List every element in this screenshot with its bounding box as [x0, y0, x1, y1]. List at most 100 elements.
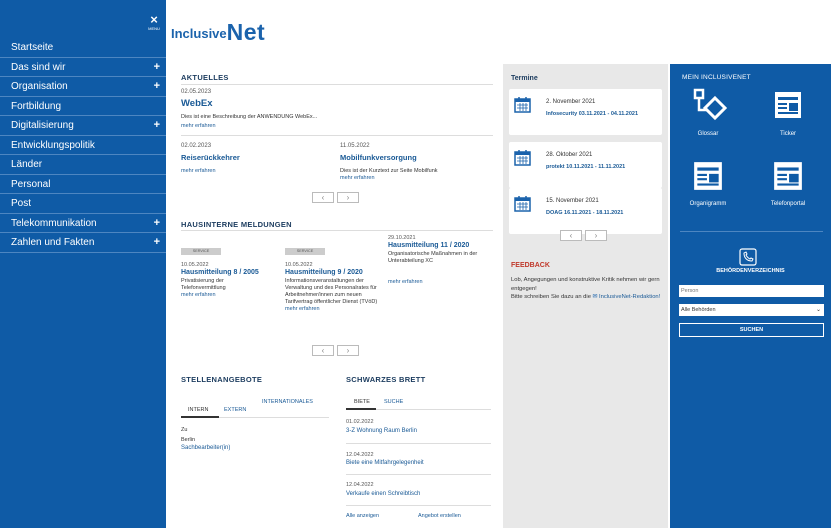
nav-item-digitalisierung[interactable]: Digitalisierung + — [0, 116, 166, 136]
termin-card[interactable]: 2. November 2021 Infosecurity 03.11.2021… — [509, 89, 662, 135]
ticker-label: Ticker — [779, 131, 797, 137]
expand-icon[interactable]: + — [154, 116, 160, 135]
nav-item-entwicklungspolitik[interactable]: Entwicklungspolitik — [0, 136, 166, 155]
nav-item-fortbildung[interactable]: Fortbildung — [0, 97, 166, 116]
mein-inclusivenet-panel: MEIN INCLUSIVENET Glossar Ticker Organig… — [670, 64, 831, 528]
feedback-text: Lob, Angegungen und konstruktive Kritik … — [511, 276, 661, 302]
nav-item-organisation[interactable]: Organisation + — [0, 77, 166, 97]
nav-label: Startseite — [11, 42, 54, 53]
angebot-erstellen-link[interactable]: Angebot erstellen — [418, 513, 461, 520]
nav-item-das-sind-wir[interactable]: Das sind wir + — [0, 58, 166, 77]
termin-date: 28. Oktober 2021 — [546, 152, 593, 158]
tab-suche[interactable]: SUCHE — [384, 399, 403, 406]
meldung-title[interactable]: Hausmitteilung 9 / 2020 — [285, 269, 385, 276]
telefonportal-label: Telefonportal — [770, 201, 806, 207]
aktuelles-heading: AKTUELLES — [181, 73, 229, 82]
meldung-more-link[interactable]: mehr erfahren — [181, 292, 281, 298]
prev-button[interactable]: ‹ — [312, 345, 334, 356]
news-title[interactable]: Mobilfunkversorgung — [340, 153, 417, 162]
meldung-text: Informationsveranstaltungen der Verwaltu… — [285, 278, 378, 305]
nav-item-laender[interactable]: Länder — [0, 155, 166, 175]
ticker-icon — [775, 92, 801, 118]
next-button[interactable]: › — [585, 230, 607, 241]
news-more-link[interactable]: mehr erfahren — [340, 175, 375, 181]
main-content: AKTUELLES 02.05.2023 WebEx Dies ist eine… — [174, 64, 496, 528]
mein-heading: MEIN INCLUSIVENET — [682, 74, 751, 81]
brett-date: 12.04.2022 — [346, 452, 374, 458]
news-date: 11.05.2022 — [340, 143, 370, 149]
termin-name: protekt 10.11.2021 - 11.11.2021 — [546, 164, 626, 170]
feedback-redaktion-link[interactable]: InclusiveNet-Redaktion! — [599, 294, 660, 300]
logo-net: Net — [226, 19, 266, 45]
calendar-icon — [514, 97, 531, 113]
alle-anzeigen-link[interactable]: Alle anzeigen — [346, 513, 379, 520]
brett-title[interactable]: 3-Z Wohnung Raum Berlin — [346, 428, 417, 434]
feedback-text2: Bitte schreiben Sie dazu an die — [511, 294, 591, 300]
meldung-more-link[interactable]: mehr erfahren — [285, 306, 385, 312]
meldung-title[interactable]: Hausmitteilung 8 / 2005 — [181, 269, 281, 276]
tab-internationales[interactable]: INTERNATIONALES — [262, 399, 313, 406]
behoerde-select-value: Alle Behörden — [681, 307, 716, 313]
nav-item-telekommunikation[interactable]: Telekommunikation + — [0, 214, 166, 233]
menu-label: MENU — [148, 26, 160, 31]
nav-item-personal[interactable]: Personal — [0, 175, 166, 194]
tab-extern[interactable]: EXTERN — [224, 407, 246, 414]
meldung-text: Privatisierung der Telefonvermittlung — [181, 278, 226, 291]
person-input[interactable] — [679, 285, 824, 297]
meldungen-pager: ‹ › — [312, 345, 362, 356]
expand-icon[interactable]: + — [154, 77, 160, 96]
termin-card[interactable]: 28. Oktober 2021 protekt 10.11.2021 - 11… — [509, 142, 662, 188]
logo-inclusive: Inclusive — [171, 26, 227, 41]
expand-icon[interactable]: + — [154, 233, 160, 252]
behoerden-heading: BEHÖRDENVERZEICHNIS — [716, 268, 785, 274]
inclusivenet-logo[interactable]: InclusiveNet — [171, 17, 265, 45]
glossar-tile[interactable]: Glossar — [678, 88, 738, 137]
nav-item-zahlen-und-fakten[interactable]: Zahlen und Fakten + — [0, 233, 166, 253]
stelle-title[interactable]: Sachbearbeiter(in) — [181, 445, 230, 452]
nav-label: Fortbildung — [11, 100, 62, 112]
meldung-title[interactable]: Hausmitteilung 11 / 2020 — [388, 242, 492, 249]
telefonportal-icon — [774, 162, 802, 190]
nav-item-startseite[interactable]: Startseite — [0, 38, 166, 58]
meldung-item: SERVICE 10.05.2022 Hausmitteilung 9 / 20… — [285, 239, 385, 312]
search-button[interactable]: SUCHEN — [679, 323, 824, 337]
news-more-link[interactable]: mehr erfahren — [181, 168, 216, 174]
next-button[interactable]: › — [337, 345, 359, 356]
menu-close-button[interactable]: × MENU — [146, 13, 162, 34]
nav-label: Das sind wir — [11, 61, 66, 73]
meldung-item: SERVICE 10.05.2022 Hausmitteilung 8 / 20… — [181, 239, 281, 298]
nav-label: Entwicklungspolitik — [11, 139, 95, 151]
brett-title[interactable]: Biete eine Mitfahrgelegenheit — [346, 460, 424, 466]
next-button[interactable]: › — [337, 192, 359, 203]
brett-heading: SCHWARZES BRETT — [346, 375, 426, 384]
expand-icon[interactable]: + — [154, 214, 160, 233]
nav-label: Digitalisierung — [11, 120, 74, 131]
brett-date: 12.04.2022 — [346, 482, 374, 488]
brett-title[interactable]: Verkaufe einen Schreibtisch — [346, 491, 420, 497]
glossar-label: Glossar — [697, 131, 719, 137]
glossar-icon — [693, 88, 728, 121]
tab-biete[interactable]: BIETE — [354, 399, 370, 406]
termin-card[interactable]: 15. November 2021 DOAG 16.11.2021 - 18.1… — [509, 188, 662, 234]
meldung-more-link[interactable]: mehr erfahren — [388, 279, 492, 285]
tab-intern[interactable]: INTERN — [188, 407, 208, 414]
sidebar: × MENU Startseite Das sind wir + Organisa… — [0, 0, 166, 528]
ticker-tile[interactable]: Ticker — [758, 90, 818, 137]
behoerde-select[interactable]: Alle Behörden ⌄ — [679, 304, 824, 316]
prev-button[interactable]: ‹ — [312, 192, 334, 203]
expand-icon[interactable]: + — [154, 58, 160, 77]
news-more-link[interactable]: mehr erfahren — [181, 123, 216, 129]
news-title[interactable]: Reiserückkehrer — [181, 153, 240, 162]
feedback-text1: Lob, Angegungen und konstruktive Kritik … — [511, 277, 660, 292]
organigramm-icon — [694, 162, 722, 190]
chevron-down-icon: ⌄ — [815, 307, 821, 313]
termin-date: 2. November 2021 — [546, 99, 596, 105]
divider — [181, 84, 493, 85]
news-date: 02.05.2023 — [181, 89, 212, 95]
nav-item-post[interactable]: Post — [0, 194, 166, 214]
news-title[interactable]: WebEx — [181, 98, 213, 109]
telefonportal-tile[interactable]: Telefonportal — [758, 160, 818, 207]
prev-button[interactable]: ‹ — [560, 230, 582, 241]
organigramm-tile[interactable]: Organigramm — [678, 160, 738, 207]
main-nav: Startseite Das sind wir + Organisation + F… — [0, 38, 166, 253]
